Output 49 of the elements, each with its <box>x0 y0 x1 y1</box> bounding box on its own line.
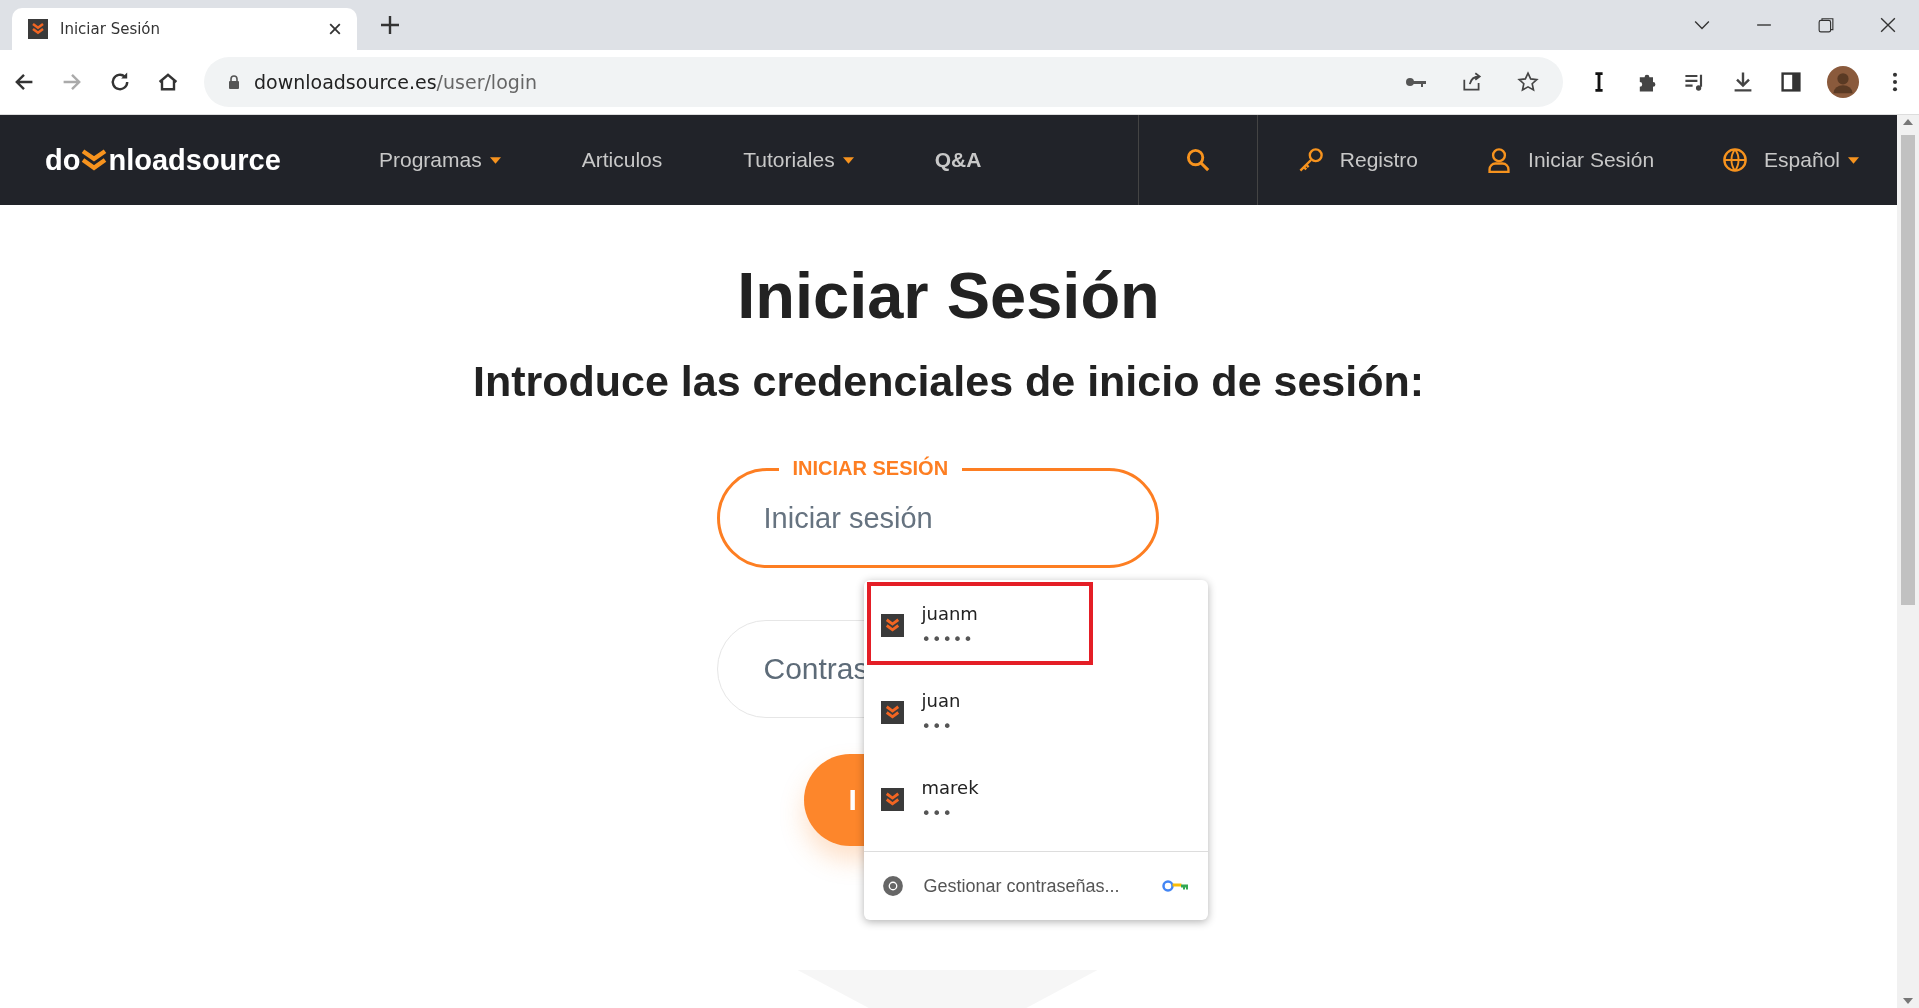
caret-icon <box>842 156 854 164</box>
caret-icon <box>1848 156 1859 164</box>
new-tab-icon[interactable] <box>381 16 399 34</box>
nav-link[interactable]: Programas <box>335 148 538 172</box>
caret-icon <box>489 156 501 164</box>
lock-icon <box>228 75 240 89</box>
site-favicon-icon <box>880 788 904 811</box>
nav-link[interactable]: Articulos <box>537 148 700 172</box>
site-favicon-icon <box>28 19 48 39</box>
page-title: Iniciar Sesión <box>737 261 1160 331</box>
close-icon[interactable] <box>329 23 341 35</box>
saved-login-item[interactable]: juanm ••••• <box>863 582 1208 669</box>
browser-tab[interactable]: Iniciar Sesión <box>12 8 357 50</box>
nav-link[interactable]: Q&A <box>890 148 1019 172</box>
username-text: juanm <box>921 602 978 624</box>
key-icon <box>1161 879 1190 893</box>
masked-password: ••• <box>921 716 954 736</box>
side-panel-icon[interactable] <box>1779 70 1803 94</box>
username-text: marek <box>921 776 979 798</box>
scroll-down-icon[interactable] <box>1903 998 1913 1004</box>
language-dropdown[interactable]: Español <box>1682 147 1887 173</box>
site-favicon-icon <box>880 701 904 724</box>
scroll-up-icon[interactable] <box>1903 119 1913 125</box>
chrome-logo-icon <box>881 875 904 897</box>
tab-title: Iniciar Sesión <box>60 20 162 38</box>
saved-login-item[interactable]: marek ••• <box>863 756 1208 843</box>
login-link[interactable]: Iniciar Sesión <box>1446 147 1683 173</box>
share-icon[interactable] <box>1461 71 1483 93</box>
site-favicon-icon <box>880 614 904 637</box>
search-icon[interactable] <box>1185 148 1210 172</box>
avatar-icon[interactable] <box>1827 66 1859 98</box>
username-text: juan <box>921 689 961 711</box>
saved-login-item[interactable]: juan ••• <box>863 669 1208 756</box>
url-text: downloadsource.es/user/login <box>254 71 538 93</box>
address-bar[interactable]: downloadsource.es/user/login <box>204 57 1563 107</box>
close-icon[interactable] <box>1880 17 1896 33</box>
site-logo[interactable]: do nloadsource <box>0 115 335 205</box>
key-icon <box>1297 147 1324 173</box>
nav-link[interactable]: Tutoriales <box>699 148 891 172</box>
manage-passwords-item[interactable]: Gestionar contraseñas... <box>863 851 1208 920</box>
star-icon[interactable] <box>1517 71 1539 93</box>
user-icon <box>1486 147 1513 173</box>
globe-icon <box>1722 147 1749 173</box>
masked-password: ••• <box>921 803 954 823</box>
masked-password: ••••• <box>921 629 975 649</box>
restore-icon[interactable] <box>1818 17 1834 33</box>
scrollbar[interactable] <box>1897 115 1919 1008</box>
register-link[interactable]: Registro <box>1257 147 1447 173</box>
page-subtitle: Introduce las credenciales de inicio de sesión: <box>472 357 1425 406</box>
